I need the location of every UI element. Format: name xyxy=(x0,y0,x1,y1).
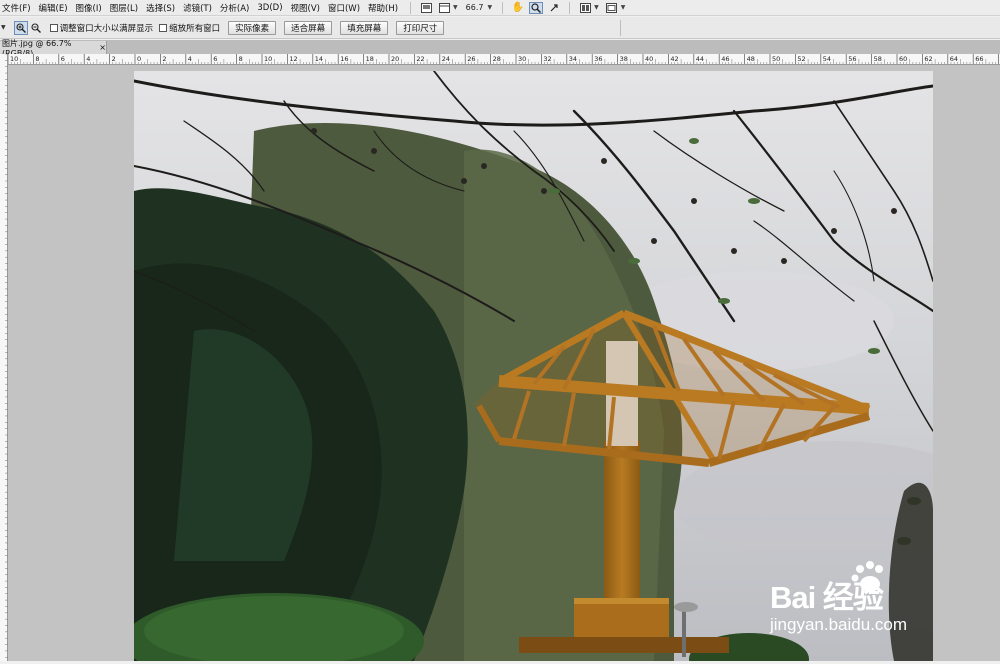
vertical-ruler-ticks xyxy=(5,53,8,658)
menu-analysis[interactable]: 分析(A) xyxy=(218,2,255,14)
menu-3d[interactable]: 3D(D) xyxy=(255,3,288,13)
baidu-watermark: Bai 经验 jingyan.baidu.com xyxy=(770,560,950,640)
ruler-label: 20 xyxy=(391,55,399,63)
menu-file[interactable]: 文件(F) xyxy=(0,2,37,14)
menu-help[interactable]: 帮助(H) xyxy=(366,2,404,14)
zoom-all-windows-checkbox[interactable]: 缩放所有窗口 xyxy=(159,22,220,34)
menu-window[interactable]: 窗口(W) xyxy=(326,2,366,14)
ruler-label: 22 xyxy=(416,55,424,63)
ruler-label: 18 xyxy=(366,55,374,63)
hand-icon[interactable]: ✋ xyxy=(511,2,525,14)
ruler-label: 56 xyxy=(848,55,856,63)
ruler-label: 26 xyxy=(467,55,475,63)
menu-select[interactable]: 选择(S) xyxy=(144,2,181,14)
separator xyxy=(410,1,412,14)
screen-mode-icon[interactable] xyxy=(605,2,619,14)
chevron-down-icon[interactable]: ▼ xyxy=(487,4,492,11)
ruler-label: 62 xyxy=(924,55,932,63)
ruler-label: 52 xyxy=(797,55,805,63)
ruler-label: 28 xyxy=(493,55,501,63)
arrange-documents-icon[interactable] xyxy=(578,2,592,14)
ruler-label: 8 xyxy=(35,55,39,63)
document-tab-bar: 图片.jpg @ 66.7%(RGB/8) × xyxy=(0,39,1000,58)
ruler-label: 14 xyxy=(315,55,323,63)
ruler-label: 54 xyxy=(823,55,831,63)
zoom-out-icon[interactable] xyxy=(29,21,43,35)
chevron-down-icon[interactable]: ▼ xyxy=(594,4,599,11)
separator xyxy=(502,1,504,14)
ruler-label: 10 xyxy=(264,55,272,63)
ruler-label: 34 xyxy=(569,55,577,63)
menu-view[interactable]: 视图(V) xyxy=(289,2,326,14)
fit-screen-button[interactable]: 适合屏幕 xyxy=(284,20,333,35)
zoom-level-select[interactable]: 66.7 xyxy=(466,3,484,12)
ruler-label: 4 xyxy=(188,55,192,63)
zoom-icon[interactable] xyxy=(529,1,544,14)
ruler-label: 16 xyxy=(340,55,348,63)
ruler-label: 0 xyxy=(137,55,141,63)
watermark-main-text: Bai 经验 xyxy=(770,580,884,615)
vertical-ruler[interactable] xyxy=(0,53,8,661)
menu-edit[interactable]: 编辑(E) xyxy=(37,2,74,14)
chevron-down-icon[interactable]: ▼ xyxy=(621,4,626,11)
checkbox-box[interactable] xyxy=(159,23,168,32)
menu-image[interactable]: 图像(I) xyxy=(74,2,108,14)
ruler-label: 48 xyxy=(747,55,755,63)
document-tab[interactable]: 图片.jpg @ 66.7%(RGB/8) × xyxy=(0,39,107,58)
horizontal-ruler[interactable]: 10 8 6 4 2 0 2 4 6 8 10 12 14 16 18 20 22 24 26 28 30 32 34 36 3… xyxy=(8,54,1000,65)
checkbox-label: 缩放所有窗口 xyxy=(169,23,221,34)
menu-layer[interactable]: 图层(L) xyxy=(108,2,144,14)
ruler-label: 40 xyxy=(645,55,653,63)
ruler-label: 60 xyxy=(899,55,907,63)
ruler-label: 32 xyxy=(543,55,551,63)
ruler-label: 44 xyxy=(696,55,704,63)
ruler-label: 64 xyxy=(950,55,958,63)
ruler-label: 50 xyxy=(772,55,780,63)
ruler-label: 58 xyxy=(874,55,882,63)
rotate-view-icon[interactable] xyxy=(547,2,561,14)
ruler-label: 6 xyxy=(61,55,65,63)
watermark-url: jingyan.baidu.com xyxy=(770,615,908,634)
view-extras-icon[interactable] xyxy=(437,2,451,14)
ruler-label: 2 xyxy=(162,55,166,63)
ruler-label: 38 xyxy=(620,55,628,63)
resize-windows-checkbox[interactable]: 调整窗口大小以满屏显示 xyxy=(49,22,154,34)
tool-preset-chevron-icon[interactable]: ▼ xyxy=(1,24,6,31)
options-bar: ▼ 调整窗口大小以满屏显示 缩放所有窗口 实际像素 适合屏幕 填充屏幕 打印尺寸 xyxy=(0,17,1000,39)
ruler-label: 10 xyxy=(10,55,18,63)
ruler-label: 2 xyxy=(112,55,116,63)
menu-bar: 文件(F) 编辑(E) 图像(I) 图层(L) 选择(S) 滤镜(T) 分析(A… xyxy=(0,0,1000,16)
ruler-label: 4 xyxy=(86,55,90,63)
ruler-label: 12 xyxy=(289,55,297,63)
ruler-label: 6 xyxy=(213,55,217,63)
print-size-button[interactable]: 打印尺寸 xyxy=(396,20,445,35)
ruler-label: 66 xyxy=(975,55,983,63)
zoom-in-icon[interactable] xyxy=(13,20,28,35)
horizontal-ruler-ticks: 10 8 6 4 2 0 2 4 6 8 10 12 14 16 18 20 22 24 26 28 30 32 34 36 3… xyxy=(8,54,999,64)
ruler-label: 42 xyxy=(670,55,678,63)
ruler-label: 24 xyxy=(442,55,450,63)
checkbox-box[interactable] xyxy=(49,23,58,32)
close-icon[interactable]: × xyxy=(99,43,106,52)
fill-screen-button[interactable]: 填充屏幕 xyxy=(340,20,389,35)
separator xyxy=(569,1,571,14)
chevron-down-icon[interactable]: ▼ xyxy=(453,4,458,11)
bridge-icon[interactable] xyxy=(419,2,433,14)
menu-filter[interactable]: 滤镜(T) xyxy=(181,2,218,14)
ruler-label: 8 xyxy=(239,55,243,63)
actual-pixels-button[interactable]: 实际像素 xyxy=(228,20,277,35)
ruler-label: 36 xyxy=(594,55,602,63)
separator xyxy=(620,20,621,36)
checkbox-label: 调整窗口大小以满屏显示 xyxy=(59,23,154,34)
ruler-label: 46 xyxy=(721,55,729,63)
ruler-label: 30 xyxy=(518,55,526,63)
